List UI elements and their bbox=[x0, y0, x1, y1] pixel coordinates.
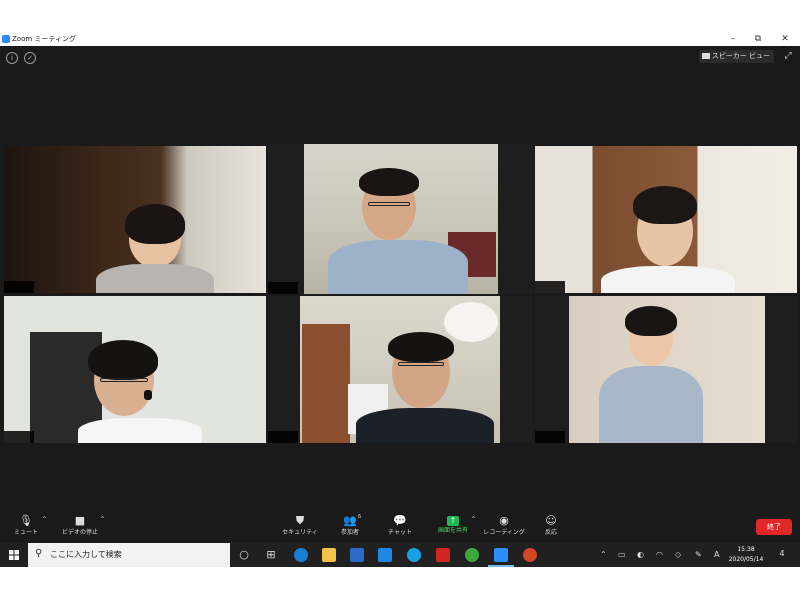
participants-icon: 👥 bbox=[343, 514, 357, 527]
fullscreen-icon[interactable]: ⤢ bbox=[782, 50, 794, 63]
participant-glasses bbox=[398, 362, 444, 366]
speaker-view-label: スピーカー ビュー bbox=[711, 52, 770, 60]
participant-glasses bbox=[368, 202, 410, 206]
close-button[interactable]: ✕ bbox=[774, 32, 796, 46]
video-tile-5[interactable] bbox=[268, 296, 533, 443]
participant-body bbox=[599, 366, 703, 443]
chat-label: チャット bbox=[388, 529, 412, 536]
microphone-icon: 🎙 bbox=[19, 514, 33, 527]
ime-indicator[interactable]: A bbox=[714, 548, 719, 562]
battery-icon[interactable]: ▭ bbox=[618, 548, 626, 562]
share-screen-icon: ↑ bbox=[447, 516, 459, 526]
video-tile-4[interactable] bbox=[4, 296, 266, 443]
participant-body bbox=[601, 266, 735, 293]
reactions-button[interactable]: ☺ 反応 bbox=[521, 514, 581, 542]
qgis-icon[interactable] bbox=[465, 548, 479, 562]
meeting-toolbar: 🎙 ミュート ^ ■ ビデオの停止 ^ ⛊ セキュリティ 👥 6 参加者 💬 チ… bbox=[0, 510, 800, 543]
shield-icon: ⛊ bbox=[295, 514, 305, 527]
record-icon: ◉ bbox=[499, 514, 509, 527]
participant-hair bbox=[633, 186, 697, 224]
security-shield-icon[interactable]: ✓ bbox=[24, 52, 36, 64]
clock-date: 2020/05/14 bbox=[728, 556, 764, 563]
participants-count-badge: 6 bbox=[358, 514, 362, 520]
stop-video-button[interactable]: ■ ビデオの停止 ^ bbox=[50, 514, 110, 542]
stop-video-label: ビデオの停止 bbox=[61, 529, 98, 536]
video-tile-3[interactable] bbox=[535, 146, 797, 293]
end-meeting-button[interactable]: 終了 bbox=[756, 519, 792, 535]
store-icon[interactable] bbox=[350, 548, 364, 562]
grid-view-icon bbox=[701, 53, 710, 59]
windows-logo-icon bbox=[9, 550, 19, 560]
participant-name-bar bbox=[4, 431, 34, 443]
restore-button[interactable]: ⧉ bbox=[747, 32, 769, 46]
participant-name-bar bbox=[268, 431, 298, 443]
video-camera-icon: ■ bbox=[74, 514, 86, 527]
window-titlebar: Zoom ミーティング – ⧉ ✕ bbox=[0, 32, 800, 46]
windows-taskbar: ⚲ ここに入力して検索 ○ ⊞ ⌃ ▭ ◐ ◠ ◇ ✎ A 15:38 2020… bbox=[0, 543, 800, 567]
edge-browser-icon[interactable] bbox=[294, 548, 308, 562]
cortana-icon[interactable]: ○ bbox=[236, 547, 252, 563]
reaction-emoji-icon: ☺ bbox=[545, 514, 557, 527]
speaker-view-button[interactable]: スピーカー ビュー bbox=[698, 50, 774, 63]
participant-hair bbox=[125, 204, 185, 244]
acrobat-icon[interactable] bbox=[436, 548, 450, 562]
video-tile-6[interactable] bbox=[535, 296, 797, 443]
dropbox-icon[interactable]: ◇ bbox=[675, 548, 681, 562]
clock-time: 15:38 bbox=[737, 546, 755, 553]
minimize-button[interactable]: – bbox=[722, 32, 744, 46]
participant-name-bar bbox=[4, 281, 34, 293]
zoom-taskbar-icon[interactable] bbox=[494, 548, 508, 562]
participant-name-bar bbox=[268, 282, 298, 294]
file-explorer-icon[interactable] bbox=[322, 548, 336, 562]
door-object bbox=[302, 324, 350, 443]
notification-center-icon[interactable]: 4 bbox=[776, 549, 788, 561]
participant-body bbox=[328, 240, 468, 294]
mute-label: ミュート bbox=[13, 529, 38, 536]
chat-bubble-icon: 💬 bbox=[393, 514, 407, 527]
zoom-active-indicator bbox=[488, 565, 514, 567]
participant-body bbox=[356, 408, 494, 443]
participant-body bbox=[78, 418, 202, 443]
ceiling-light bbox=[444, 302, 498, 342]
video-tile-1[interactable] bbox=[4, 146, 266, 293]
participant-glasses bbox=[100, 378, 148, 382]
tray-chevron-icon[interactable]: ⌃ bbox=[600, 548, 607, 562]
video-options-caret[interactable]: ^ bbox=[100, 516, 105, 523]
window-title: Zoom ミーティング bbox=[12, 35, 76, 43]
participant-name-bar bbox=[535, 281, 565, 293]
headset-mic bbox=[144, 390, 152, 400]
mail-icon[interactable] bbox=[378, 548, 392, 562]
audio-options-caret[interactable]: ^ bbox=[42, 516, 47, 523]
zoom-app-icon bbox=[2, 35, 10, 43]
video-tile-2-active-speaker[interactable] bbox=[268, 144, 533, 294]
skype-icon[interactable] bbox=[407, 548, 421, 562]
start-button[interactable] bbox=[0, 543, 28, 567]
participant-hair bbox=[88, 340, 158, 380]
reactions-label: 反応 bbox=[544, 529, 557, 536]
participant-body bbox=[96, 264, 214, 293]
participant-hair bbox=[625, 306, 677, 336]
mute-button[interactable]: 🎙 ミュート ^ bbox=[0, 514, 56, 542]
participant-hair bbox=[359, 168, 419, 196]
meeting-info-icon[interactable]: i bbox=[6, 52, 18, 64]
search-placeholder: ここに入力して検索 bbox=[50, 550, 122, 559]
wifi-icon[interactable]: ◠ bbox=[656, 548, 663, 562]
participant-hair bbox=[388, 332, 454, 362]
meeting-area: i ✓ スピーカー ビュー ⤢ bbox=[0, 46, 800, 543]
network-status-icon[interactable]: ◐ bbox=[637, 548, 644, 562]
participant-name-bar bbox=[535, 431, 565, 443]
search-icon: ⚲ bbox=[35, 548, 43, 559]
taskbar-search-box[interactable]: ⚲ ここに入力して検索 bbox=[28, 543, 230, 567]
taskbar-clock[interactable]: 15:38 2020/05/14 bbox=[724, 545, 768, 565]
chat-button[interactable]: 💬 チャット bbox=[370, 514, 430, 542]
pen-icon[interactable]: ✎ bbox=[695, 548, 702, 562]
powerpoint-icon[interactable] bbox=[523, 548, 537, 562]
task-view-icon[interactable]: ⊞ bbox=[263, 547, 279, 563]
